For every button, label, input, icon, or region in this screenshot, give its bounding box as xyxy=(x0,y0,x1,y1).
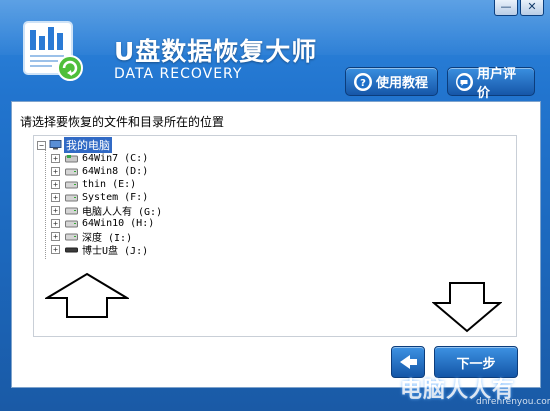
tree-item-label: 博士U盘 (J:) xyxy=(82,246,149,257)
tree-item-label: 64Win8 (D:) xyxy=(82,166,149,177)
app-subtitle: DATA RECOVERY xyxy=(114,66,243,82)
tree-item-drive[interactable]: + 64Win8 (D:) xyxy=(51,165,148,178)
expand-icon[interactable]: + xyxy=(51,245,60,254)
usb-drive-icon xyxy=(65,247,78,252)
hard-drive-icon xyxy=(65,233,78,240)
help-button-label: 使用教程 xyxy=(376,76,429,91)
app-window: — ✕ U盘数据恢复大师 DATA RECOVERY ? 使用教程 用户评价 请… xyxy=(0,0,550,411)
expand-icon[interactable]: + xyxy=(51,219,60,228)
system-drive-icon xyxy=(65,154,78,162)
tree-item-drive[interactable]: + 电脑人人有 (G:) xyxy=(51,204,163,218)
hard-drive-icon xyxy=(65,194,78,201)
help-icon: ? xyxy=(354,72,372,91)
next-button-label: 下一步 xyxy=(456,356,496,372)
arrow-down-annotation-icon xyxy=(432,282,502,333)
expand-icon[interactable]: + xyxy=(51,206,60,215)
svg-text:?: ? xyxy=(360,78,366,89)
expand-icon[interactable]: + xyxy=(51,154,60,163)
watermark-url: dnrenrenyou.com xyxy=(476,397,550,407)
app-logo-icon xyxy=(23,21,83,81)
tree-item-label: 64Win7 (C:) xyxy=(82,153,149,164)
location-prompt: 请选择要恢复的文件和目录所在的位置 xyxy=(20,115,225,129)
hard-drive-icon xyxy=(65,181,78,188)
tree-item-drive[interactable]: + thin (E:) xyxy=(51,178,136,191)
app-title: U盘数据恢复大师 xyxy=(114,37,318,66)
computer-icon xyxy=(49,140,62,150)
tree-root-label: 我的电脑 xyxy=(64,137,112,153)
review-icon xyxy=(456,72,473,91)
hard-drive-icon xyxy=(65,168,78,175)
tree-item-label: 64Win10 (H:) xyxy=(82,218,155,229)
hard-drive-icon xyxy=(65,207,78,214)
minimize-button[interactable]: — xyxy=(494,0,518,16)
arrow-up-annotation-icon xyxy=(45,272,129,318)
review-button-label: 用户评价 xyxy=(476,66,516,101)
close-button[interactable]: ✕ xyxy=(520,0,544,16)
tree-item-drive[interactable]: + 博士U盘 (J:) xyxy=(51,243,149,257)
tree-root-my-computer[interactable]: − 我的电脑 xyxy=(37,137,112,153)
expand-icon[interactable]: + xyxy=(51,232,60,241)
user-review-button[interactable]: 用户评价 xyxy=(447,67,535,101)
tree-guide-line xyxy=(45,148,46,259)
tree-item-drive[interactable]: + 64Win7 (C:) xyxy=(51,152,148,165)
expand-icon[interactable]: + xyxy=(51,167,60,176)
hard-drive-icon xyxy=(65,220,78,227)
help-tutorial-button[interactable]: ? 使用教程 xyxy=(345,67,438,96)
window-controls: — ✕ xyxy=(494,0,544,16)
expand-icon[interactable]: + xyxy=(51,193,60,202)
tree-item-label: 电脑人人有 (G:) xyxy=(82,207,163,218)
expand-icon[interactable]: + xyxy=(51,180,60,189)
tree-item-label: thin (E:) xyxy=(82,179,137,190)
tree-item-label: System (F:) xyxy=(82,192,149,203)
